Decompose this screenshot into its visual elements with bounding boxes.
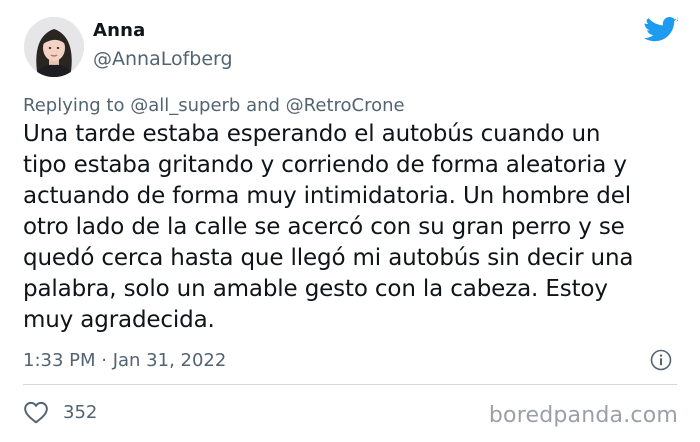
reply-context: Replying to @all_superb and @RetroCrone	[23, 95, 405, 116]
avatar-portrait	[24, 17, 84, 77]
heart-icon[interactable]	[23, 400, 49, 424]
tweet-text-line: quedó cerca hasta que llegó mi autobús s…	[23, 245, 634, 271]
tweet-text: Una tarde estaba esperando el autobús cu…	[23, 119, 683, 336]
author-handle[interactable]: @AnnaLofberg	[93, 48, 233, 70]
watermark: boredpanda.com	[488, 403, 678, 428]
reply-joiner: and	[240, 95, 286, 116]
tweet-text-line: Una tarde estaba esperando el autobús cu…	[23, 121, 601, 147]
tweet-text-line: otro lado de la calle se acercó con su g…	[23, 214, 625, 240]
divider	[23, 384, 677, 385]
like-count: 352	[63, 402, 98, 423]
tweet-text-line: muy agradecida.	[23, 307, 215, 333]
tweet-card: Anna @AnnaLofberg Replying to @all_super…	[0, 0, 700, 442]
tweet-text-line: tipo estaba gritando y corriendo de form…	[23, 152, 627, 178]
tweet-timestamp[interactable]: 1:33 PM · Jan 31, 2022	[23, 350, 226, 371]
mention-link-2[interactable]: @RetroCrone	[286, 95, 405, 116]
info-icon[interactable]	[650, 349, 672, 371]
tweet-text-line: actuando de forma muy intimidatoria. Un …	[23, 183, 631, 209]
avatar[interactable]	[24, 17, 84, 77]
author-display-name[interactable]: Anna	[93, 20, 146, 41]
tweet-text-line: palabra, solo un amable gesto con la cab…	[23, 276, 608, 302]
twitter-bird-icon[interactable]	[644, 16, 678, 46]
mention-link-1[interactable]: @all_superb	[130, 95, 240, 116]
reply-prefix: Replying to	[23, 95, 131, 116]
